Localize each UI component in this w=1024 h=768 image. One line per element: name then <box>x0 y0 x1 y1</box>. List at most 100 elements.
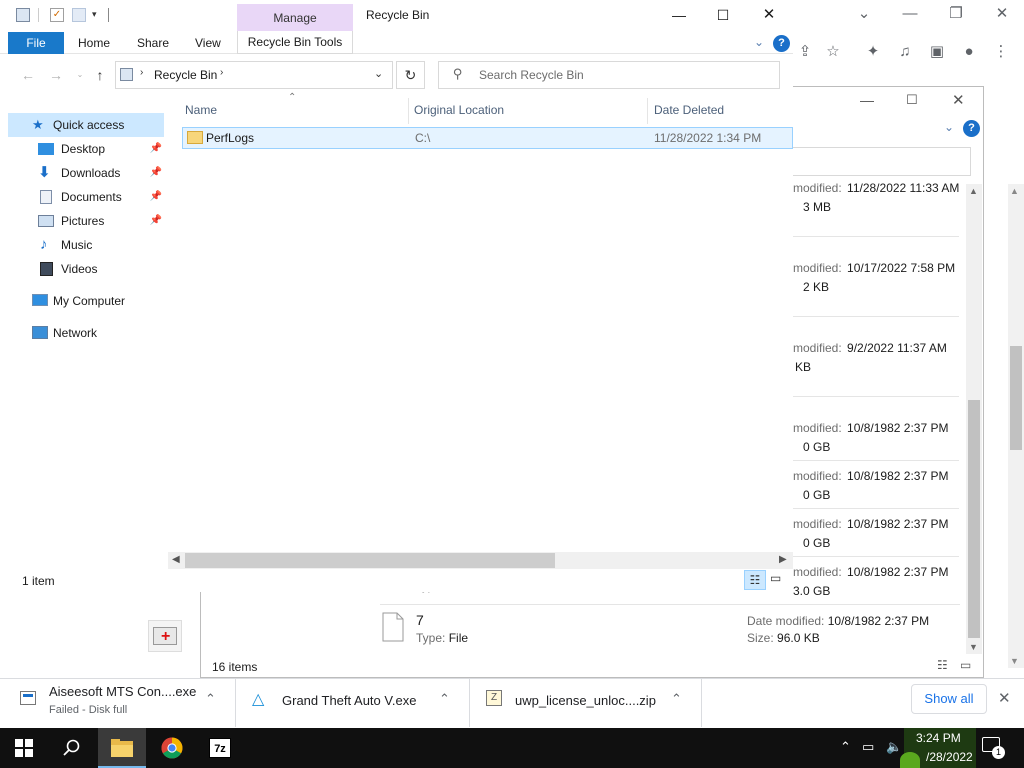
recent-locations-icon[interactable]: ⌄ <box>70 65 90 85</box>
download-item[interactable]: Aiseesoft MTS Con....exe Failed - Disk f… <box>0 679 236 727</box>
address-bar[interactable]: › Recycle Bin › ⌄ <box>115 61 393 89</box>
explorer2-scroll-up-icon[interactable]: ▲ <box>969 186 978 196</box>
explorer2-help-icon[interactable]: ? <box>963 120 980 137</box>
network-tray-icon[interactable]: ▭ <box>862 739 874 755</box>
explorer2-scrollbar-thumb[interactable] <box>968 400 980 638</box>
back-icon[interactable]: ← <box>18 65 38 85</box>
large-icons-view-icon[interactable]: ▭ <box>960 658 971 672</box>
forward-icon[interactable]: → <box>46 65 66 85</box>
chrome-scroll-down-icon[interactable]: ▼ <box>1010 656 1019 666</box>
column-header-name[interactable]: Name <box>185 98 407 122</box>
pin-icon[interactable]: 📌 <box>150 138 162 160</box>
tab-file[interactable]: File <box>8 32 64 54</box>
breadcrumb-chevron-icon[interactable]: › <box>140 67 143 78</box>
clock-date[interactable]: /28/2022 <box>926 750 973 764</box>
sidebar-item-quick-access[interactable]: ★ Quick access <box>8 114 164 136</box>
refresh-button[interactable]: ↻ <box>396 61 425 89</box>
explorer2-close-button[interactable]: ✕ <box>952 91 965 109</box>
chrome-scroll-up-icon[interactable]: ▲ <box>1010 186 1019 196</box>
manage-context-tab[interactable]: Manage <box>237 4 353 32</box>
sidebar-item-videos[interactable]: Videos <box>8 258 164 280</box>
bookmark-star-icon[interactable]: ☆ <box>821 40 845 64</box>
download-item[interactable]: Z uwp_license_unloc....zip ⌃ <box>470 679 702 727</box>
explorer2-scroll-down-icon[interactable]: ▼ <box>969 642 978 652</box>
sidebar-item-pictures[interactable]: Pictures 📌 <box>8 210 164 232</box>
show-all-button[interactable]: Show all <box>911 684 987 714</box>
help-icon[interactable]: ? <box>773 35 790 52</box>
address-dropdown-icon[interactable]: ⌄ <box>374 67 383 80</box>
tab-home[interactable]: Home <box>78 32 110 54</box>
chrome-menu-icon[interactable]: ⋮ <box>989 40 1013 64</box>
action-center-button[interactable]: 1 <box>982 737 1006 759</box>
7zip-taskbar-button[interactable]: 7z <box>196 728 244 768</box>
start-button[interactable] <box>0 728 48 768</box>
tab-share[interactable]: Share <box>137 32 169 54</box>
explorer2-search-field[interactable] <box>793 147 971 176</box>
chrome-minimize-button[interactable]: — <box>895 2 925 26</box>
new-folder-icon[interactable] <box>72 8 86 22</box>
search-taskbar-button[interactable] <box>48 728 96 768</box>
profile-avatar-icon[interactable]: ● <box>957 40 981 64</box>
qat-dropdown-icon[interactable]: ▾ <box>92 9 97 20</box>
chevron-up-icon[interactable]: ⌃ <box>439 691 450 707</box>
volume-icon[interactable]: 🔈 <box>886 739 902 755</box>
breadcrumb-chevron-icon[interactable]: › <box>220 67 223 78</box>
search-input[interactable]: ⚲ Search Recycle Bin <box>438 61 780 89</box>
download-item[interactable]: △ Grand Theft Auto V.exe ⌃ <box>236 679 470 727</box>
explorer2-expand-ribbon-icon[interactable]: ⌄ <box>944 120 954 134</box>
chevron-up-icon[interactable]: ⌃ <box>205 691 216 707</box>
pin-icon[interactable]: 📌 <box>150 186 162 208</box>
scroll-left-icon[interactable]: ◀ <box>172 554 180 565</box>
pin-icon[interactable]: 📌 <box>150 210 162 232</box>
close-button[interactable]: ✕ <box>754 4 784 26</box>
share-icon[interactable]: ⇪ <box>793 40 817 64</box>
sidebar-item-network[interactable]: Network <box>8 322 164 344</box>
sidebar-item-desktop[interactable]: Desktop 📌 <box>8 138 164 160</box>
properties-icon[interactable]: ✓ <box>50 8 64 22</box>
horizontal-scrollbar-thumb[interactable] <box>185 553 555 568</box>
chrome-taskbar-button[interactable] <box>148 728 196 768</box>
pin-icon[interactable]: 📌 <box>150 162 162 184</box>
tab-view[interactable]: View <box>195 32 221 54</box>
explorer2-entry[interactable]: modified: 11/28/2022 11:33 AM 3 MB <box>793 181 959 214</box>
chrome-scrollbar-thumb[interactable] <box>1010 346 1022 450</box>
recycle-bin-icon[interactable] <box>16 8 30 22</box>
expand-ribbon-icon[interactable]: ⌄ <box>754 35 764 49</box>
maximize-button[interactable]: ☐ <box>708 4 738 26</box>
column-header-date-deleted[interactable]: Date Deleted <box>654 98 792 122</box>
explorer2-entry[interactable]: modified: 10/17/2022 7:58 PM 2 KB <box>793 261 955 294</box>
media-control-icon[interactable]: ♫ <box>893 40 917 64</box>
explorer2-entry[interactable]: modified: 10/8/1982 2:37 PM 3.0 GB <box>793 565 948 598</box>
tab-recycle-bin-tools[interactable]: Recycle Bin Tools <box>237 31 353 54</box>
explorer2-file-item[interactable]: 7 Type: File Date modified: 10/8/1982 2:… <box>380 610 960 654</box>
details-view-icon[interactable]: ☷ <box>937 658 948 672</box>
close-downloads-icon[interactable]: ✕ <box>998 689 1011 707</box>
chrome-restore-button[interactable]: ❐ <box>941 2 971 26</box>
scroll-right-icon[interactable]: ▶ <box>779 554 787 565</box>
chevron-up-icon[interactable]: ⌃ <box>671 691 682 707</box>
details-view-button[interactable]: ☷ <box>744 570 766 590</box>
explorer2-entry[interactable]: modified: 9/2/2022 11:37 AM KB <box>793 341 947 374</box>
show-hidden-icons-icon[interactable]: ⌃ <box>840 739 851 755</box>
explorer2-maximize-button[interactable]: ☐ <box>906 92 918 108</box>
breadcrumb-recycle-bin[interactable]: Recycle Bin <box>154 68 217 82</box>
up-icon[interactable]: ↑ <box>90 65 110 85</box>
clock-time[interactable]: 3:24 PM <box>916 731 961 745</box>
explorer2-entry[interactable]: modified: 10/8/1982 2:37 PM 0 GB <box>793 469 948 502</box>
side-panel-icon[interactable]: ▣ <box>925 40 949 64</box>
table-row[interactable]: PerfLogs C:\ 11/28/2022 1:34 PM <box>182 127 793 149</box>
chrome-close-button[interactable]: ✕ <box>987 2 1017 26</box>
explorer2-entry[interactable]: modified: 10/8/1982 2:37 PM 0 GB <box>793 517 948 550</box>
sidebar-item-documents[interactable]: Documents 📌 <box>8 186 164 208</box>
sidebar-item-downloads[interactable]: ⬇ Downloads 📌 <box>8 162 164 184</box>
chrome-tab-search-icon[interactable]: ⌄ <box>849 2 879 26</box>
large-icons-view-button[interactable]: ▭ <box>770 571 781 585</box>
column-separator[interactable] <box>647 98 648 124</box>
column-header-original-location[interactable]: Original Location <box>414 98 644 122</box>
file-explorer-taskbar-button[interactable] <box>98 728 146 768</box>
sidebar-item-my-computer[interactable]: My Computer <box>8 290 164 312</box>
explorer2-entry[interactable]: modified: 10/8/1982 2:37 PM 0 GB <box>793 421 948 454</box>
explorer2-minimize-button[interactable]: — <box>860 92 874 108</box>
extensions-icon[interactable]: ✦ <box>861 40 885 64</box>
sidebar-item-music[interactable]: ♪ Music <box>8 234 164 256</box>
